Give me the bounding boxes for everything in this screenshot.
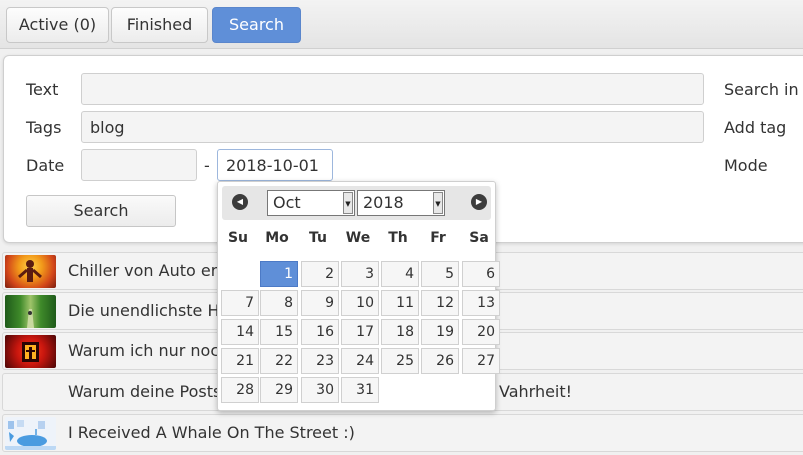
tags-label: Tags [26, 118, 62, 137]
day-cell[interactable]: 7 [221, 290, 259, 316]
weekday-label: We [345, 230, 371, 246]
day-cell[interactable]: 11 [381, 290, 419, 316]
tab-active[interactable]: Active (0) [6, 7, 109, 43]
weekday-label: Mo [265, 230, 289, 246]
day-cell[interactable]: 14 [221, 319, 259, 345]
day-cell[interactable]: 27 [462, 348, 500, 374]
list-item[interactable]: I Received A Whale On The Street :) [2, 414, 803, 452]
day-cell[interactable]: 20 [462, 319, 500, 345]
day-cell[interactable]: 5 [421, 261, 459, 287]
text-input[interactable] [81, 73, 704, 105]
figure-icon [18, 260, 42, 282]
thumbnail-image [5, 417, 56, 450]
thumbnail-image [5, 295, 56, 328]
weekday-label: Su [227, 230, 249, 246]
result-title: Die unendlichste He [68, 301, 230, 320]
day-cell[interactable]: 8 [260, 290, 298, 316]
day-cell-selected[interactable]: 1 [260, 261, 298, 287]
day-cell[interactable]: 28 [221, 377, 259, 403]
doorway-icon [22, 342, 39, 362]
day-cell[interactable]: 26 [421, 348, 459, 374]
next-month-icon[interactable]: ▶ [471, 194, 487, 210]
day-cell[interactable]: 25 [381, 348, 419, 374]
prev-month-icon[interactable]: ◀ [232, 194, 248, 210]
day-cell[interactable]: 24 [341, 348, 379, 374]
add-tag-label: Add tag [724, 118, 787, 137]
day-cell[interactable]: 12 [421, 290, 459, 316]
result-title: Chiller von Auto erfa [68, 261, 233, 280]
weekday-label: Tu [309, 230, 327, 246]
result-title: Warum ich nur noch [68, 341, 230, 360]
date-label: Date [26, 156, 65, 175]
day-cell[interactable]: 9 [301, 290, 339, 316]
day-cell[interactable]: 13 [462, 290, 500, 316]
month-select[interactable]: Oct ▼ [267, 190, 355, 216]
day-cell[interactable]: 19 [421, 319, 459, 345]
tags-input[interactable] [81, 111, 704, 143]
datepicker-header: ◀ Oct ▼ 2018 ▼ ▶ [222, 186, 491, 220]
weekday-label: Fr [430, 230, 446, 246]
chevron-down-icon: ▼ [343, 192, 353, 214]
tab-finished[interactable]: Finished [111, 7, 208, 43]
thumbnail-image [5, 255, 56, 288]
thumbnail-image [5, 335, 56, 368]
whale-icon [5, 420, 56, 450]
search-in-label: Search in [724, 80, 799, 99]
day-cell[interactable]: 4 [381, 261, 419, 287]
day-cell[interactable]: 21 [221, 348, 259, 374]
mode-label: Mode [724, 156, 768, 175]
datepicker-popup: ◀ Oct ▼ 2018 ▼ ▶ Su Mo Tu We Th Fr Sa 12345678… [217, 181, 500, 411]
day-cell[interactable]: 2 [301, 261, 339, 287]
forest-path-icon [27, 309, 34, 328]
day-cell[interactable]: 22 [260, 348, 298, 374]
search-button[interactable]: Search [26, 195, 176, 227]
year-select[interactable]: 2018 ▼ [357, 190, 445, 216]
day-cell[interactable]: 29 [260, 377, 298, 403]
year-select-value: 2018 [363, 193, 404, 212]
tab-bar: Active (0) Finished Search [0, 0, 803, 49]
weekday-label: Th [388, 230, 408, 246]
day-cell[interactable]: 23 [301, 348, 339, 374]
month-select-value: Oct [273, 193, 301, 212]
weekday-label: Sa [469, 230, 489, 246]
day-cell[interactable]: 10 [341, 290, 379, 316]
chevron-down-icon: ▼ [433, 192, 443, 214]
day-cell[interactable]: 31 [341, 377, 379, 403]
result-title: Warum deine Posts [68, 382, 222, 401]
result-title: I Received A Whale On The Street :) [68, 423, 355, 442]
day-cell[interactable]: 15 [260, 319, 298, 345]
day-cell[interactable]: 30 [301, 377, 339, 403]
day-cell[interactable]: 3 [341, 261, 379, 287]
date-to-input[interactable] [217, 149, 333, 181]
tab-search[interactable]: Search [212, 7, 301, 43]
date-from-input[interactable] [81, 149, 197, 181]
result-title-tail: Vahrheit! [499, 382, 573, 401]
day-cell[interactable]: 17 [341, 319, 379, 345]
day-cell[interactable]: 16 [301, 319, 339, 345]
day-cell[interactable]: 6 [462, 261, 500, 287]
text-label: Text [26, 80, 59, 99]
date-separator: - [204, 156, 210, 175]
day-cell[interactable]: 18 [381, 319, 419, 345]
